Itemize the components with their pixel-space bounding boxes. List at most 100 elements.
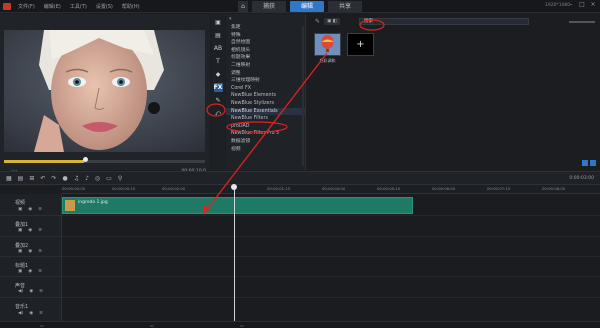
graphic-icon[interactable]: ◆	[214, 70, 223, 79]
filter-category-item[interactable]: NewBlue Filters	[226, 115, 305, 123]
menu-icon[interactable]: ≡	[39, 289, 43, 294]
video-clip[interactable]: ingredo 1.jpg	[62, 197, 413, 214]
track-header-music[interactable]: 音乐1 ◀) ◉ ≡	[0, 298, 62, 322]
menu-icon[interactable]: ≡	[38, 249, 42, 254]
title-icon[interactable]: T	[214, 57, 223, 66]
menu-icon[interactable]: ≡	[38, 207, 42, 212]
filter-thumbnail[interactable]	[314, 33, 341, 56]
track-lane[interactable]	[62, 277, 600, 298]
scrub-handle[interactable]	[83, 157, 88, 162]
menu-edit[interactable]: 编辑(E)	[44, 3, 61, 10]
portrait-image	[4, 30, 205, 152]
library-search-input[interactable]: 搜索	[359, 18, 529, 25]
eye-icon[interactable]: ◉	[28, 269, 32, 274]
menu-settings[interactable]: 设置(S)	[96, 3, 113, 10]
auto-music-icon[interactable]: ♪	[85, 175, 89, 182]
filter-category-item[interactable]: 自然绘图	[226, 39, 305, 47]
track-lane[interactable]	[62, 257, 600, 277]
track-header-overlay2[interactable]: 叠加2 ▣ ◉ ≡	[0, 237, 62, 257]
filter-category-item[interactable]: 视频	[226, 146, 305, 154]
menu-icon[interactable]: ≡	[38, 228, 42, 233]
scrub-bar[interactable]	[4, 160, 205, 163]
thumbnail-size-slider[interactable]	[569, 21, 595, 23]
fx-filter-icon[interactable]: FX	[213, 83, 223, 92]
playhead-handle[interactable]	[231, 184, 237, 190]
track-lane[interactable]	[62, 237, 600, 257]
eye-icon[interactable]: ◉	[29, 289, 33, 294]
eye-icon[interactable]: ◉	[29, 311, 33, 316]
library-chip[interactable]: ▣ ◧	[324, 17, 340, 25]
menu-icon[interactable]: ≡	[39, 311, 43, 316]
ruler-label: 00:00:08:00	[542, 186, 566, 191]
track-header-video[interactable]: 视频 ▣ ◉ ≡	[0, 194, 62, 216]
zoom-icon[interactable]: ⚲	[118, 175, 122, 182]
motion-track-icon[interactable]: ◎	[95, 175, 100, 182]
media-icon[interactable]: ▣	[214, 18, 223, 27]
mix-icon[interactable]: ♫	[74, 175, 79, 182]
add-track-icon[interactable]: ⊞	[29, 175, 34, 182]
eye-icon[interactable]: ◉	[28, 207, 32, 212]
filter-category-item[interactable]: 特殊	[226, 32, 305, 40]
eye-icon[interactable]: ◉	[28, 228, 32, 233]
status-icon[interactable]: ▭	[150, 323, 154, 328]
redo-icon[interactable]: ↷	[51, 175, 56, 182]
track-header-voice[interactable]: 声音 ◀) ◉ ≡	[0, 277, 62, 298]
motion-icon[interactable]: ⤺	[214, 109, 223, 118]
status-icon[interactable]: ▭	[240, 323, 244, 328]
close-icon[interactable]: ×	[589, 1, 597, 9]
track-header-title[interactable]: 标题1 ▣ ◉ ≡	[0, 257, 62, 277]
tab-capture[interactable]: 捕获	[252, 1, 286, 12]
filter-list-scrollbar[interactable]	[302, 26, 304, 166]
filter-category-item[interactable]: 数据滤镜	[226, 138, 305, 146]
storyboard-icon[interactable]: ▦	[6, 175, 12, 182]
eye-icon[interactable]: ◉	[28, 249, 32, 254]
timeline-ruler[interactable]: 00:00:00:00 00:00:00:15 00:00:02:00 00:0…	[62, 185, 600, 194]
timeline-view-icon[interactable]: ▤	[18, 175, 24, 182]
path-icon[interactable]: ✎	[214, 96, 223, 105]
filter-category-item[interactable]: 焦距	[226, 24, 305, 32]
minimize-icon[interactable]: –	[567, 1, 575, 9]
filter-category-item[interactable]: Corel FX	[226, 85, 305, 93]
track-lane[interactable]	[62, 216, 600, 237]
options-icon[interactable]	[590, 160, 596, 166]
ruler-label: 00:00:01:15	[267, 186, 291, 191]
track-icons: ◀) ◉ ≡	[18, 289, 43, 294]
maximize-icon[interactable]: □	[578, 1, 586, 9]
filter-category-item-selected[interactable]: NewBlue Essentials	[226, 107, 305, 116]
home-icon[interactable]: ⌂	[238, 1, 248, 12]
subtitle-icon[interactable]: ▭	[106, 175, 112, 182]
track-lane[interactable]	[62, 298, 600, 322]
menu-tools[interactable]: 工具(T)	[70, 3, 87, 10]
track-header-overlay1[interactable]: 叠加1 ▣ ◉ ≡	[0, 216, 62, 237]
transition-icon[interactable]: AB	[214, 44, 223, 53]
filter-category-item[interactable]: 相机镜头	[226, 47, 305, 55]
tab-edit[interactable]: 编辑	[290, 1, 324, 12]
filter-category-item[interactable]: 调整	[226, 70, 305, 78]
preview-video[interactable]	[4, 30, 205, 152]
filter-category-item[interactable]: 标题效果	[226, 54, 305, 62]
filter-category-item[interactable]: 二维映射	[226, 62, 305, 70]
mute-icon[interactable]: ◀)	[18, 311, 23, 316]
filter-category-item[interactable]: proDAD	[226, 123, 305, 131]
instant-project-icon[interactable]: ▤	[214, 31, 223, 40]
view-icon[interactable]	[582, 160, 588, 166]
filter-category-item[interactable]: 三维纹理映射	[226, 77, 305, 85]
lock-icon[interactable]: ▣	[18, 228, 22, 233]
lock-icon[interactable]: ▣	[18, 269, 22, 274]
status-icon[interactable]: ▭	[40, 323, 44, 328]
wrench-icon[interactable]: ✎	[315, 18, 320, 25]
filter-category-item[interactable]: NewBlue Filter Pro 5	[226, 130, 305, 138]
filter-category-item[interactable]: NewBlue Elements	[226, 92, 305, 100]
menu-help[interactable]: 帮助(H)	[122, 3, 140, 10]
menu-file[interactable]: 文件(F)	[18, 3, 35, 10]
mute-icon[interactable]: ◀)	[18, 289, 23, 294]
add-filter-button[interactable]: +	[347, 33, 374, 56]
filter-dropdown-icon[interactable]: ▾	[229, 16, 232, 22]
filter-category-item[interactable]: NewBlue Stylizers	[226, 100, 305, 108]
record-icon[interactable]: ●	[62, 175, 67, 182]
undo-icon[interactable]: ↶	[40, 175, 45, 182]
tab-share[interactable]: 共享	[328, 1, 362, 12]
lock-icon[interactable]: ▣	[18, 249, 22, 254]
lock-icon[interactable]: ▣	[18, 207, 22, 212]
menu-icon[interactable]: ≡	[38, 269, 42, 274]
